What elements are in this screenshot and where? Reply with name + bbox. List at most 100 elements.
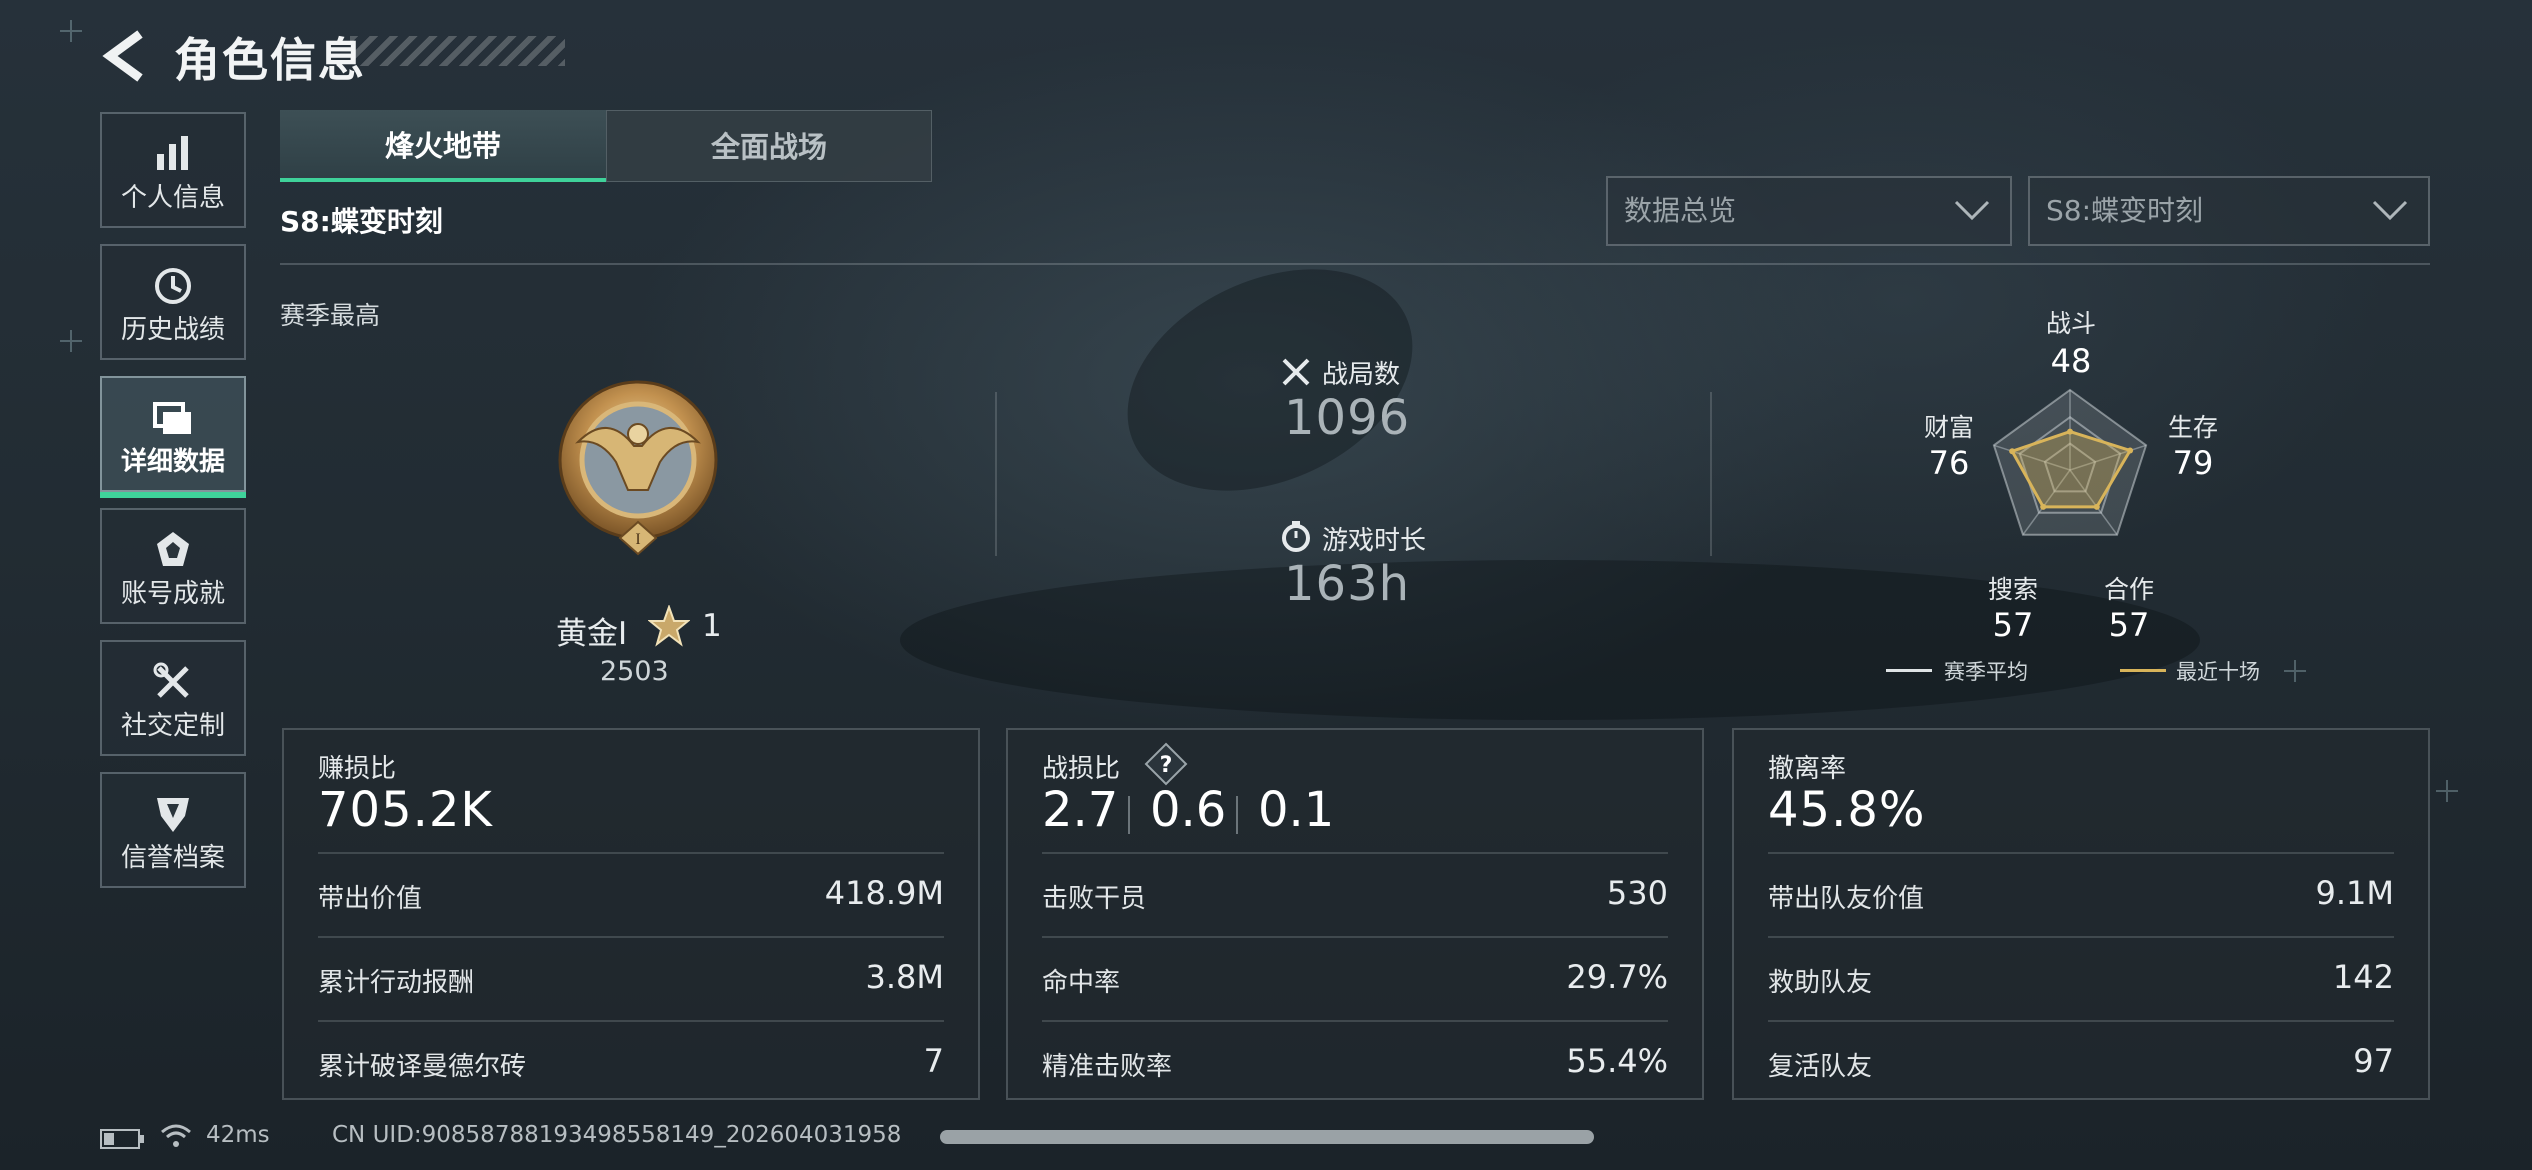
title-decoration: [350, 36, 565, 66]
sidebar-item-history[interactable]: 历史战绩: [100, 244, 246, 360]
row-value: 9.1M: [2315, 874, 2395, 912]
divider: [1710, 392, 1712, 556]
radar-label-teamwork: 合作: [2103, 575, 2154, 604]
rank-points: 2503: [600, 656, 669, 687]
row-label: 复活队友: [1768, 1052, 1873, 1082]
radar-label-wealth: 财富: [1923, 413, 1974, 442]
kd-value-2: 0.6: [1150, 782, 1227, 838]
sidebar-item-social-custom[interactable]: 社交定制: [100, 640, 246, 756]
ping-latency: 42ms: [206, 1122, 270, 1148]
sidebar-item-label: 社交定制: [120, 711, 225, 741]
list-item: 累计行动报酬 3.8M: [318, 936, 944, 1020]
battery-icon: [100, 1129, 144, 1149]
radar-value-survival: 79: [2172, 444, 2214, 482]
chevron-down-icon: [2372, 200, 2408, 221]
kd-card: 战损比 ? 2.7 0.6 0.1 击败干员 530 命中率 29.7% 精准击…: [1006, 728, 1704, 1100]
season-title: S8:蝶变时刻: [280, 205, 443, 238]
playtime-value: 163h: [1284, 556, 1411, 612]
tools-icon: [153, 662, 189, 698]
legend-swatch-season-avg: [1886, 669, 1932, 672]
season-best-label: 赛季最高: [280, 301, 381, 330]
season-selected: S8:蝶变时刻: [2046, 194, 2204, 227]
back-arrow-icon[interactable]: [98, 28, 154, 84]
radar-label-survival: 生存: [2167, 413, 2218, 442]
radar-value-wealth: 76: [1928, 444, 1970, 482]
star-icon: [648, 605, 690, 647]
mode-tabs: 烽火地带 全面战场: [280, 110, 932, 182]
list-item: 带出队友价值 9.1M: [1768, 852, 2394, 936]
row-label: 带出价值: [318, 884, 423, 914]
profit-value: 705.2K: [318, 782, 493, 838]
user-uid: CN UID:90858788193498558149_202604031958: [332, 1122, 902, 1148]
sidebar-item-label: 个人信息: [120, 183, 225, 213]
sidebar-item-reputation[interactable]: 信誉档案: [100, 772, 246, 888]
row-label: 累计行动报酬: [318, 968, 475, 998]
legend-recent-ten: 最近十场: [2176, 660, 2260, 684]
extract-card: 撤离率 45.8% 带出队友价值 9.1M 救助队友 142 复活队友 97: [1732, 728, 2430, 1100]
radar-label-combat: 战斗: [2045, 309, 2096, 338]
kd-title: 战损比: [1042, 754, 1121, 784]
sidebar-item-label: 详细数据: [120, 447, 225, 477]
sidebar-item-personal-info[interactable]: 个人信息: [100, 112, 246, 228]
row-value: 29.7%: [1566, 958, 1668, 996]
radar-value-search: 57: [1992, 606, 2034, 644]
row-value: 142: [2332, 958, 2394, 996]
divider: [1236, 796, 1238, 834]
kd-value-1: 2.7: [1042, 782, 1119, 838]
profit-card: 赚损比 705.2K 带出价值 418.9M 累计行动报酬 3.8M 累计破译曼…: [282, 728, 980, 1100]
tab-full-battlefield[interactable]: 全面战场: [606, 110, 932, 182]
profit-title: 赚损比: [318, 754, 397, 784]
sidebar-item-achievements[interactable]: 账号成就: [100, 508, 246, 624]
list-item: 击败干员 530: [1042, 852, 1668, 936]
help-icon[interactable]: ?: [1144, 742, 1188, 786]
extract-title: 撤离率: [1768, 754, 1847, 784]
rank-star-count: 1: [702, 608, 722, 644]
chevron-down-icon: [1954, 200, 1990, 221]
divider: [995, 392, 997, 556]
svg-text:I: I: [635, 531, 640, 548]
crossed-swords-icon: [1282, 358, 1310, 386]
radar-value-combat: 48: [2050, 342, 2092, 380]
row-label: 命中率: [1042, 968, 1121, 998]
rank-emblem-icon: I: [558, 380, 718, 556]
matches-label: 战局数: [1322, 360, 1401, 390]
sidebar-item-detailed-data[interactable]: 详细数据: [100, 376, 246, 498]
radar-point: [2127, 447, 2134, 454]
row-value: 530: [1606, 874, 1668, 912]
list-item: 累计破译曼德尔砖 7: [318, 1020, 944, 1104]
sidebar-item-label: 账号成就: [120, 579, 225, 609]
list-item: 命中率 29.7%: [1042, 936, 1668, 1020]
home-indicator[interactable]: [940, 1130, 1594, 1144]
row-label: 带出队友价值: [1768, 884, 1925, 914]
legend-season-avg: 赛季平均: [1944, 660, 2028, 684]
playtime-label: 游戏时长: [1322, 526, 1427, 556]
rank-name: 黄金Ⅰ: [556, 616, 628, 652]
list-item: 复活队友 97: [1768, 1020, 2394, 1104]
decor-cross: [2436, 780, 2458, 802]
folder-stack-icon: [153, 402, 191, 434]
row-value: 3.8M: [865, 958, 945, 996]
radar-point: [2067, 428, 2073, 435]
row-value: 7: [923, 1042, 944, 1080]
decor-cross: [2284, 660, 2306, 682]
radar-point: [2009, 448, 2016, 455]
page-title: 角色信息: [174, 33, 366, 87]
row-value: 97: [2353, 1042, 2394, 1080]
extract-value: 45.8%: [1768, 782, 1926, 838]
radar-value-teamwork: 57: [2108, 606, 2150, 644]
shield-profile-icon: [157, 798, 189, 832]
matches-value: 1096: [1284, 390, 1411, 446]
radar-label-search: 搜索: [1987, 575, 2038, 604]
data-view-selected: 数据总览: [1624, 194, 1737, 227]
decor-cross: [60, 20, 82, 42]
row-value: 55.4%: [1566, 1042, 1668, 1080]
season-dropdown[interactable]: S8:蝶变时刻: [2028, 176, 2430, 246]
svg-text:?: ?: [1160, 753, 1173, 778]
stopwatch-icon: [1282, 521, 1310, 552]
tab-warfare-zone[interactable]: 烽火地带: [280, 110, 606, 182]
data-view-dropdown[interactable]: 数据总览: [1606, 176, 2012, 246]
radar-point: [2040, 503, 2047, 510]
row-label: 累计破译曼德尔砖: [318, 1052, 527, 1082]
row-label: 精准击败率: [1042, 1052, 1173, 1082]
bar-chart-icon: [157, 136, 188, 170]
